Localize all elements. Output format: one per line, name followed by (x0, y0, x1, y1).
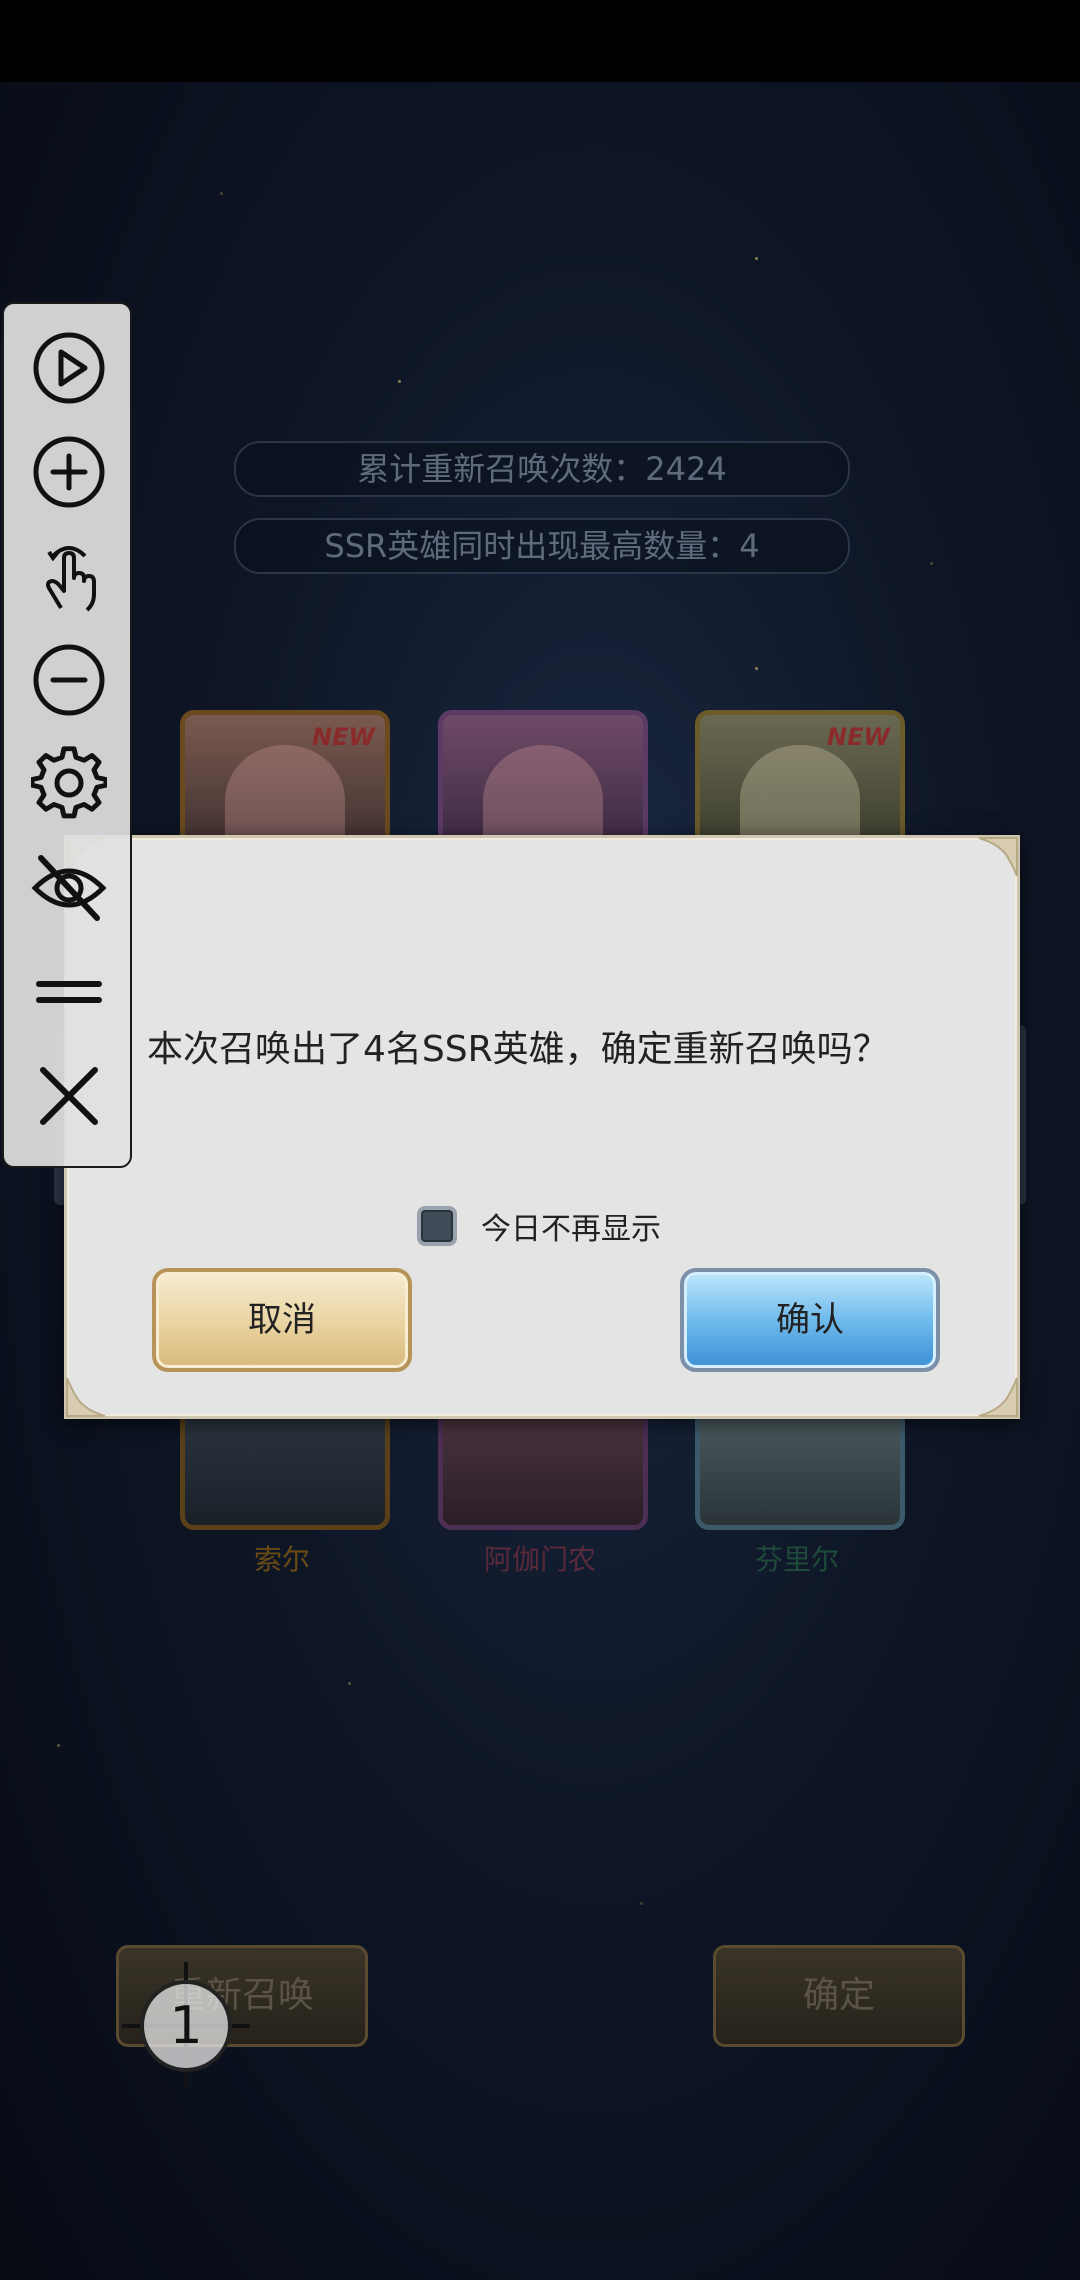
hero-card-4[interactable] (180, 1410, 390, 1530)
gear-icon[interactable] (29, 744, 109, 824)
touch-point-marker: 1 (122, 1962, 250, 2090)
close-icon[interactable] (29, 1056, 109, 1136)
dont-show-today-checkbox[interactable] (417, 1206, 457, 1246)
resummon-confirm-dialog: 本次召唤出了4名SSR英雄，确定重新召唤吗？ 今日不再显示 取消 确认 (64, 835, 1020, 1419)
max-ssr-stat: SSR英雄同时出现最高数量：4 (234, 518, 850, 574)
floating-toolbar (2, 302, 132, 1168)
touch-point-label: 1 (169, 1996, 203, 2056)
new-badge: NEW (312, 723, 375, 751)
dialog-confirm-button[interactable]: 确认 (680, 1268, 940, 1372)
confirm-button[interactable]: 确定 (713, 1945, 965, 2047)
drag-handle-icon[interactable] (29, 952, 109, 1032)
tap-gesture-icon[interactable] (29, 536, 109, 616)
new-badge: NEW (827, 723, 890, 751)
dont-show-today-row[interactable]: 今日不再显示 (417, 1203, 661, 1249)
hero-card-6[interactable] (695, 1410, 905, 1530)
hero-name-2: 阿伽门农 (483, 1543, 596, 1576)
corner-ornament (975, 836, 1019, 880)
status-bar (0, 0, 1080, 82)
zoom-in-icon[interactable] (29, 432, 109, 512)
zoom-out-icon[interactable] (29, 640, 109, 720)
play-icon[interactable] (29, 328, 109, 408)
eye-off-icon[interactable] (29, 848, 109, 928)
corner-ornament (975, 1374, 1019, 1418)
hero-card-5[interactable] (438, 1410, 648, 1530)
corner-ornament (65, 1374, 109, 1418)
cancel-button[interactable]: 取消 (152, 1268, 412, 1372)
dont-show-today-label[interactable]: 今日不再显示 (481, 1204, 661, 1248)
resummon-count-stat: 累计重新召唤次数：2424 (234, 441, 850, 497)
hero-name-3: 芬里尔 (754, 1543, 839, 1576)
dialog-message: 本次召唤出了4名SSR英雄，确定重新召唤吗？ (147, 1029, 889, 1070)
hero-name-1: 索尔 (253, 1543, 310, 1576)
